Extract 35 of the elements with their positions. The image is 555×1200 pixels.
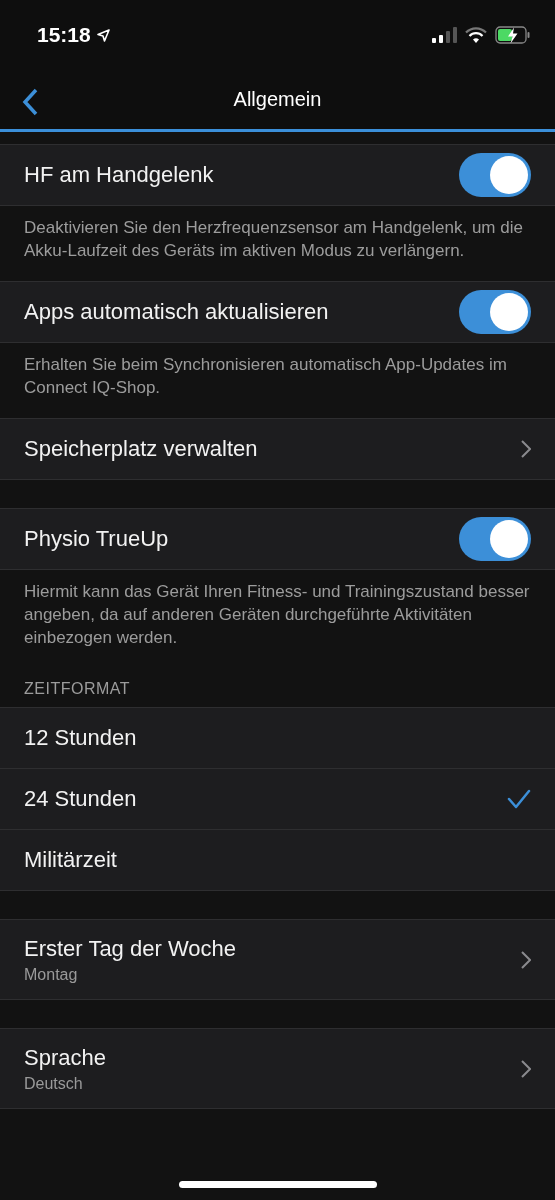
chevron-left-icon [22,88,38,116]
toggle-switch[interactable] [459,517,531,561]
battery-charging-icon [495,26,531,44]
option-row[interactable]: Militärzeit [0,829,555,891]
option-row[interactable]: 24 Stunden [0,768,555,830]
signal-icon [432,27,457,43]
row-label: Apps automatisch aktualisieren [24,299,329,325]
screen-title: Allgemein [233,88,322,111]
settings-row[interactable]: Erster Tag der Woche Montag [0,919,555,1000]
row-label: Speicherplatz verwalten [24,436,258,462]
settings-row[interactable]: Speicherplatz verwalten [0,418,555,480]
toggle-switch[interactable] [459,153,531,197]
row-value: Deutsch [24,1074,84,1093]
chevron-right-icon [521,1059,531,1078]
row-value: Montag [24,965,79,984]
description-text: Erhalten Sie beim Synchronisieren automatisch App-Updates im Connect IQ-Shop. [23,354,508,399]
row-label: Physio TrueUp [24,526,169,552]
option-label: 12 Stunden [24,725,137,751]
settings-row[interactable]: Sprache Deutsch [0,1028,555,1109]
option-row[interactable]: 12 Stunden [0,707,555,769]
section-header: ZEITFORMAT [23,679,132,699]
description-text: Hiermit kann das Gerät Ihren Fitness- und Trainingszustand besser angeben, da auf anderen Geräten durchgeführte Aktivitäten einbezogen werden. [23,581,531,649]
status-time: 15:18 [37,23,91,47]
row-label: Erster Tag der Woche [24,935,236,962]
row-label: Sprache [24,1044,106,1071]
description-text: Deaktivieren Sie den Herzfrequenzsensor am Handgelenk, um die Akku-Laufzeit des Geräts im aktiven Modus zu verlängern. [23,217,524,262]
toggle-switch[interactable] [459,290,531,334]
option-label: 24 Stunden [24,786,137,812]
row-label: HF am Handgelenk [24,162,214,188]
option-label: Militärzeit [24,847,117,873]
location-arrow-icon [96,28,110,42]
chevron-right-icon [521,950,531,969]
wifi-icon [464,26,488,44]
chevron-right-icon [521,440,531,458]
checkmark-icon [507,789,531,809]
